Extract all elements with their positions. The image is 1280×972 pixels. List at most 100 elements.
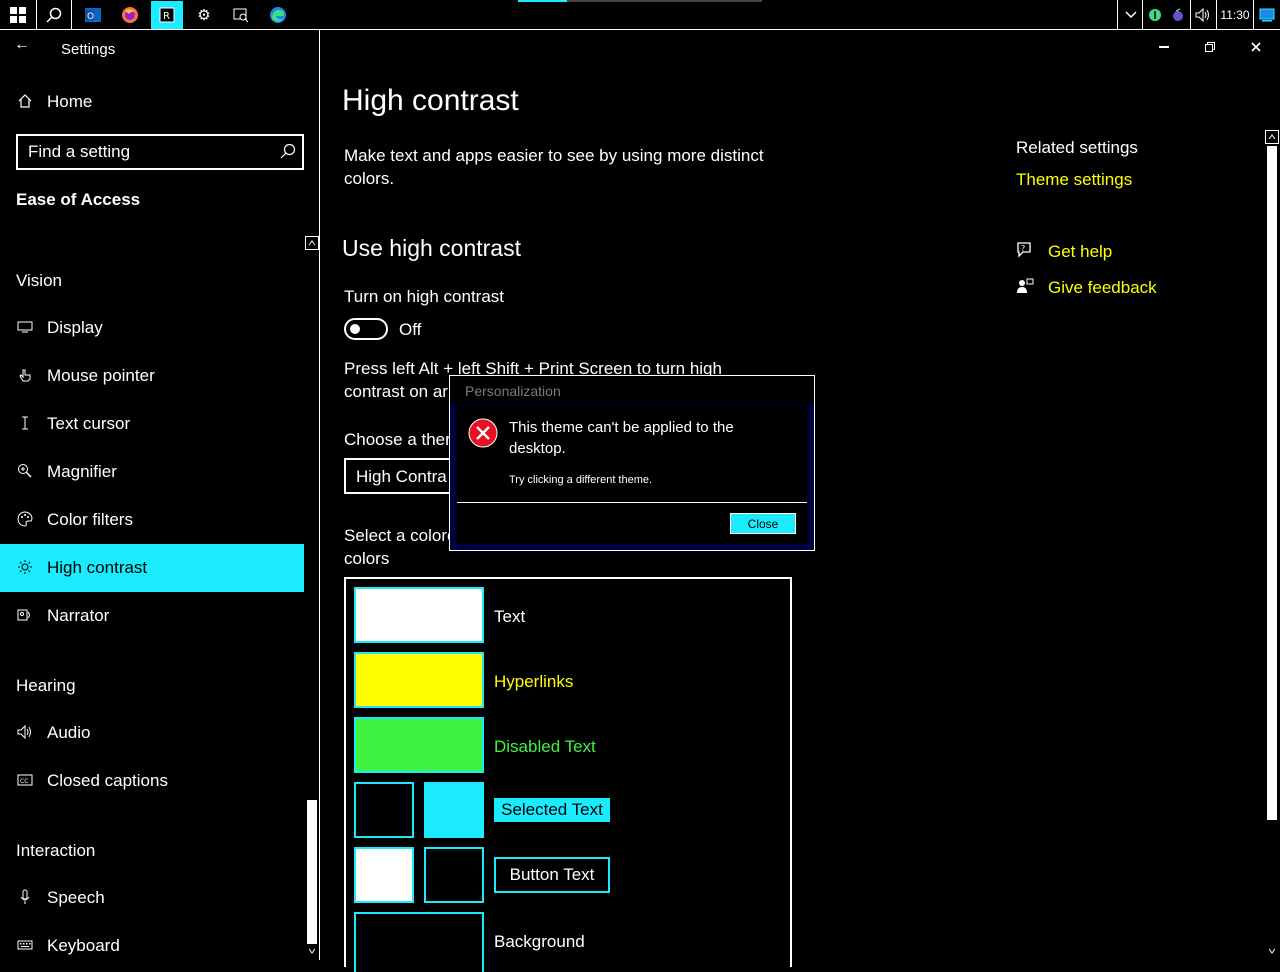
give-feedback-icon (1016, 277, 1034, 300)
background-color-label: Background (494, 932, 585, 951)
hand-pointer-icon (16, 367, 34, 386)
scroll-up-icon[interactable] (1265, 130, 1279, 144)
toggle-label: Turn on high contrast (344, 287, 505, 306)
toggle-knob (350, 324, 360, 334)
svg-text:?: ? (1021, 244, 1025, 253)
search-icon[interactable] (38, 1, 70, 29)
tray-app-berry-icon[interactable] (1168, 0, 1188, 30)
taskbar-progress (518, 0, 762, 2)
page-description-1: Make text and apps easier to see by usin… (344, 146, 764, 165)
clock-time[interactable]: 11:30 (1218, 0, 1252, 30)
sidebar-item-display[interactable]: Display (0, 304, 304, 352)
dialog-message-2: desktop. (509, 440, 566, 457)
magnifier-icon (16, 463, 34, 482)
scroll-up-icon[interactable] (305, 236, 319, 250)
theme-label: Choose a ther (344, 430, 451, 449)
settings-gear-icon[interactable]: ⚙ (188, 1, 220, 29)
text-color-swatch[interactable] (354, 587, 484, 643)
disabled-text-color-label: Disabled Text (494, 737, 596, 756)
section-title: Use high contrast (342, 235, 521, 261)
tray-app-green-icon[interactable] (1145, 0, 1165, 30)
scrollbar-thumb[interactable] (307, 800, 317, 944)
selected-text-bg-swatch[interactable] (424, 782, 484, 838)
page-description-2: colors. (344, 169, 395, 188)
sidebar-item-label: Closed captions (47, 771, 168, 790)
sidebar-item-label: Narrator (47, 606, 110, 625)
selected-text-fg-swatch[interactable] (354, 782, 414, 838)
sidebar-item-label: Magnifier (47, 462, 117, 481)
group-hearing: Hearing (16, 676, 76, 695)
minimize-button[interactable] (1153, 36, 1175, 58)
button-text-sample: Button Text (494, 857, 610, 893)
firefox-icon[interactable] (114, 1, 146, 29)
volume-icon[interactable] (1192, 0, 1214, 30)
error-dialog: Personalization This theme can't be appl… (449, 375, 815, 551)
disabled-text-color-swatch[interactable] (354, 717, 484, 773)
monitor-icon (16, 320, 34, 337)
give-feedback-link[interactable]: Give feedback (1048, 278, 1157, 298)
sidebar-item-audio[interactable]: Audio (0, 709, 304, 757)
narrator-icon (16, 607, 34, 626)
notification-icon[interactable] (1256, 0, 1278, 30)
sidebar-item-narrator[interactable]: Narrator (0, 592, 304, 640)
taskbar-progress-fill (518, 0, 567, 2)
search-input[interactable]: Find a setting (16, 134, 304, 170)
remote-app-icon[interactable]: R (151, 1, 183, 29)
sidebar-item-mouse-pointer[interactable]: Mouse pointer (0, 352, 304, 400)
scroll-down-icon[interactable] (305, 944, 319, 958)
dialog-message-1: This theme can't be applied to the (509, 419, 734, 436)
sidebar-item-keyboard[interactable]: Keyboard (0, 922, 304, 970)
scroll-down-icon[interactable] (1265, 944, 1279, 958)
dialog-close-button[interactable]: Close (730, 513, 796, 534)
group-interaction: Interaction (16, 841, 96, 860)
sidebar-item-color-filters[interactable]: Color filters (0, 496, 304, 544)
windows-logo-icon[interactable] (2, 1, 34, 29)
text-cursor-icon (16, 415, 34, 434)
search-app-icon[interactable] (225, 1, 257, 29)
search-icon[interactable] (280, 143, 296, 164)
tray-chevron-icon[interactable] (1120, 0, 1142, 30)
svg-text:CC: CC (20, 778, 28, 785)
page-title: High contrast (342, 84, 519, 117)
main-scrollbar[interactable] (1264, 130, 1280, 960)
sidebar-item-label: Color filters (47, 510, 133, 529)
sidebar-item-text-cursor[interactable]: Text cursor (0, 400, 304, 448)
background-color-swatch[interactable] (354, 912, 484, 972)
high-contrast-toggle[interactable] (344, 318, 388, 340)
back-arrow-icon[interactable]: ← (14, 36, 36, 56)
theme-settings-link[interactable]: Theme settings (1016, 170, 1132, 190)
settings-sidebar: ← Settings Home Find a setting Ease of A… (0, 30, 320, 960)
selected-text-sample: Selected Text (494, 798, 610, 822)
shortcut-text-2: contrast on ar (344, 382, 448, 401)
get-help-link[interactable]: Get help (1048, 242, 1112, 262)
restore-button[interactable] (1199, 36, 1221, 58)
text-color-label: Text (494, 607, 526, 626)
taskbar: O R ⚙ 11:30 (0, 0, 1280, 30)
close-window-button[interactable] (1245, 36, 1267, 58)
sidebar-scrollbar[interactable] (304, 236, 320, 960)
sidebar-item-magnifier[interactable]: Magnifier (0, 448, 304, 496)
sun-icon (16, 559, 34, 578)
sidebar-item-label: Speech (47, 888, 105, 907)
sidebar-item-speech[interactable]: Speech (0, 874, 304, 922)
sidebar-item-high-contrast[interactable]: High contrast (0, 544, 304, 592)
sidebar-item-label: Audio (47, 723, 91, 742)
scrollbar-thumb[interactable] (1267, 146, 1277, 820)
button-text-fg-swatch[interactable] (354, 847, 414, 903)
dialog-title: Personalization (450, 376, 814, 406)
outlook-icon[interactable]: O (77, 1, 109, 29)
svg-text:O: O (87, 12, 94, 22)
get-help-icon: ? (1016, 241, 1034, 264)
sidebar-item-home[interactable]: Home (0, 78, 304, 126)
related-settings-title: Related settings (1016, 138, 1138, 157)
speaker-icon (16, 724, 34, 742)
button-text-bg-swatch[interactable] (424, 847, 484, 903)
palette-icon (16, 510, 34, 530)
edge-icon[interactable] (262, 1, 294, 29)
select-color-text-2: colors (344, 549, 390, 568)
dialog-frame: This theme can't be applied to the deskt… (450, 406, 814, 550)
hyperlinks-color-swatch[interactable] (354, 652, 484, 708)
sidebar-item-label: Display (47, 318, 103, 337)
sidebar-item-closed-captions[interactable]: CC Closed captions (0, 757, 304, 805)
hyperlinks-color-label: Hyperlinks (494, 672, 574, 691)
